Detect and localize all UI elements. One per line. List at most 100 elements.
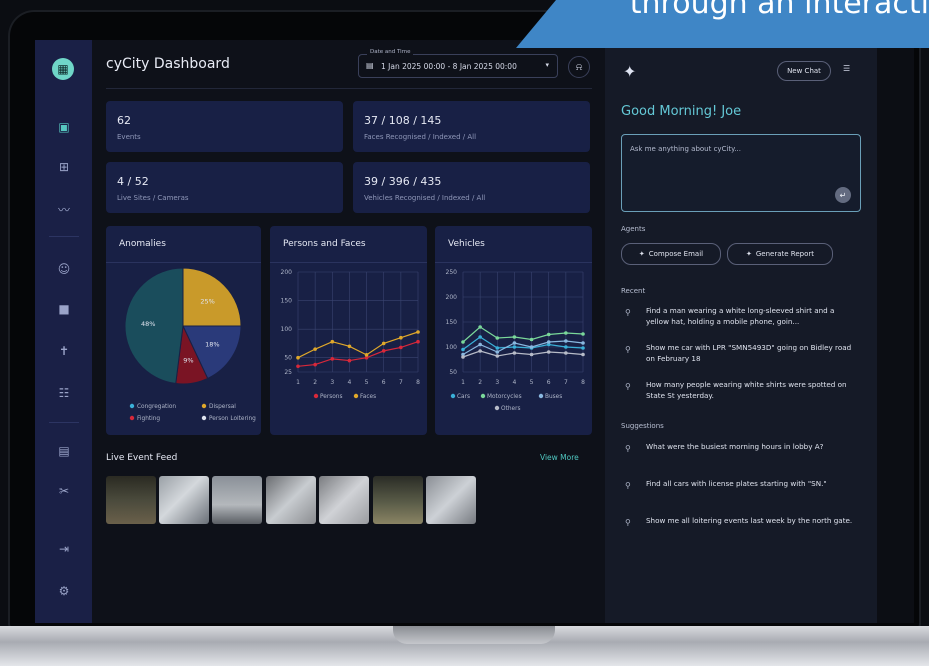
data-point bbox=[529, 345, 534, 349]
data-point bbox=[313, 347, 317, 351]
series-line-persons bbox=[297, 341, 419, 367]
persons-faces-title: Persons and Faces bbox=[283, 239, 366, 249]
chat-input-placeholder: Ask me anything about cyCity... bbox=[630, 145, 741, 153]
persons-faces-line-chart: 25 50 100 150 200 1 2 3 4 5 6 7 8 Persons Faces bbox=[281, 269, 421, 400]
date-range-label: Date and Time bbox=[367, 49, 414, 55]
data-point bbox=[529, 352, 534, 357]
new-chat-button[interactable]: New Chat bbox=[777, 61, 831, 81]
feed-thumbnail[interactable] bbox=[426, 476, 476, 524]
tools-icon[interactable]: ✂ bbox=[55, 482, 73, 500]
send-icon[interactable]: ↵ bbox=[835, 187, 851, 203]
series-line-faces bbox=[297, 331, 419, 359]
generate-report-label: Generate Report bbox=[755, 250, 814, 258]
x-tick-label: 7 bbox=[399, 379, 403, 386]
search-icon: ⚲ bbox=[625, 345, 631, 354]
vehicles-card: Vehicles 50 100 150 200 250 1 2 3 4 5 6 7 8 Cars Motor… bbox=[435, 226, 592, 435]
data-point bbox=[296, 355, 300, 360]
suggestion-item[interactable]: ⚲ Show me all loitering events last week… bbox=[625, 516, 857, 540]
data-point bbox=[364, 353, 369, 357]
vehicles-title: Vehicles bbox=[448, 239, 485, 249]
x-tick-label: 6 bbox=[547, 379, 551, 386]
recent-item[interactable]: ⚲ Find a man wearing a white long-sleeve… bbox=[625, 306, 857, 330]
suggestion-item[interactable]: ⚲ Find all cars with license plates star… bbox=[625, 479, 857, 503]
stat-value: 39 / 396 / 435 bbox=[364, 175, 442, 188]
legend-label: Cars bbox=[457, 394, 470, 400]
feed-thumbnail[interactable] bbox=[106, 476, 156, 524]
data-point bbox=[512, 345, 517, 349]
x-tick-label: 2 bbox=[313, 379, 317, 386]
data-point bbox=[461, 340, 465, 344]
sparkle-icon: ✦ bbox=[746, 250, 752, 258]
y-tick-label: 150 bbox=[281, 298, 293, 305]
data-point bbox=[461, 347, 465, 352]
face-icon[interactable]: ☺ bbox=[55, 260, 73, 278]
y-tick-label: 100 bbox=[281, 326, 293, 333]
feed-thumbnail[interactable] bbox=[159, 476, 209, 524]
feed-thumbnail[interactable] bbox=[373, 476, 423, 524]
assistant-chat-panel: ✦ New Chat ☰ Good Morning! Joe Ask me an… bbox=[605, 40, 877, 623]
anomalies-title: Anomalies bbox=[119, 239, 166, 249]
search-icon: ⚲ bbox=[625, 382, 631, 391]
screen: ▦ ▣ ⊞ 〰 ☺ ■ ✝ ☷ ▤ ✂ ⇥ ⚙ cyCity Dashboard… bbox=[35, 40, 914, 623]
suggestion-item[interactable]: ⚲ What were the busiest morning hours in… bbox=[625, 442, 857, 466]
recent-item[interactable]: ⚲ How many people wearing white shirts w… bbox=[625, 380, 857, 404]
view-more-link[interactable]: View More bbox=[540, 453, 579, 462]
data-point bbox=[313, 362, 317, 367]
data-point bbox=[296, 364, 300, 369]
stat-value: 62 bbox=[117, 114, 131, 127]
trend-icon[interactable]: 〰 bbox=[55, 200, 73, 218]
date-range-value: 1 Jan 2025 00:00 - 8 Jan 2025 00:00 bbox=[381, 62, 517, 71]
data-point bbox=[478, 349, 482, 353]
dashboard-icon[interactable]: ▣ bbox=[55, 118, 73, 136]
data-point bbox=[461, 355, 465, 359]
legend-label: Dispersal bbox=[209, 404, 236, 410]
person-icon[interactable]: ✝ bbox=[55, 342, 73, 360]
feed-thumbnail[interactable] bbox=[266, 476, 316, 524]
data-point bbox=[381, 341, 386, 346]
card-divider bbox=[435, 262, 592, 263]
screen-edge bbox=[877, 40, 914, 623]
camera-icon[interactable]: ■ bbox=[55, 300, 73, 318]
x-tick-label: 8 bbox=[416, 379, 420, 386]
legend-label: Motorcycles bbox=[487, 394, 522, 400]
search-icon: ⚲ bbox=[625, 444, 631, 453]
settings-icon[interactable]: ⚙ bbox=[55, 582, 73, 600]
history-icon[interactable]: ☰ bbox=[843, 64, 850, 73]
stat-label: Live Sites / Cameras bbox=[117, 194, 189, 202]
report-icon[interactable]: ▤ bbox=[55, 442, 73, 460]
x-tick-label: 7 bbox=[564, 379, 568, 386]
loitering-icon[interactable]: ☷ bbox=[55, 384, 73, 402]
sparkle-icon: ✦ bbox=[623, 62, 637, 81]
x-tick-label: 4 bbox=[348, 379, 352, 386]
promo-banner-text: through an interacti bbox=[629, 0, 929, 21]
search-icon: ⚲ bbox=[625, 481, 631, 490]
calendar-icon: ▤ bbox=[366, 61, 374, 70]
live-feed-title: Live Event Feed bbox=[106, 453, 178, 463]
generate-report-button[interactable]: ✦ Generate Report bbox=[727, 243, 833, 265]
data-point bbox=[546, 350, 551, 354]
y-tick-label: 50 bbox=[449, 369, 457, 376]
grid-icon[interactable]: ⊞ bbox=[55, 158, 73, 176]
data-point bbox=[399, 345, 403, 350]
bell-icon[interactable]: ⍾ bbox=[568, 56, 590, 78]
y-tick-label: 50 bbox=[284, 355, 292, 362]
y-tick-label: 200 bbox=[446, 294, 458, 301]
data-point bbox=[564, 331, 568, 335]
x-tick-label: 6 bbox=[382, 379, 386, 386]
logout-icon[interactable]: ⇥ bbox=[55, 540, 73, 558]
x-tick-label: 3 bbox=[330, 379, 334, 386]
feed-thumbnail[interactable] bbox=[319, 476, 369, 524]
stat-label: Faces Recognised / Indexed / All bbox=[364, 133, 477, 141]
compose-email-button[interactable]: ✦ Compose Email bbox=[621, 243, 721, 265]
legend-label: Person Loitering bbox=[209, 416, 256, 422]
legend-label: Others bbox=[501, 406, 520, 412]
recent-item[interactable]: ⚲ Show me car with LPR "SMN5493D" going … bbox=[625, 343, 857, 367]
building-icon[interactable]: ▦ bbox=[52, 58, 74, 80]
feed-thumbnail[interactable] bbox=[212, 476, 262, 524]
y-tick-label: 25 bbox=[284, 369, 292, 376]
date-range-picker[interactable]: Date and Time ▤ 1 Jan 2025 00:00 - 8 Jan… bbox=[358, 49, 558, 78]
stat-card-events: 62 Events bbox=[106, 101, 343, 152]
chat-input[interactable]: Ask me anything about cyCity... ↵ bbox=[621, 134, 861, 212]
data-point bbox=[416, 339, 420, 344]
x-tick-label: 4 bbox=[513, 379, 517, 386]
